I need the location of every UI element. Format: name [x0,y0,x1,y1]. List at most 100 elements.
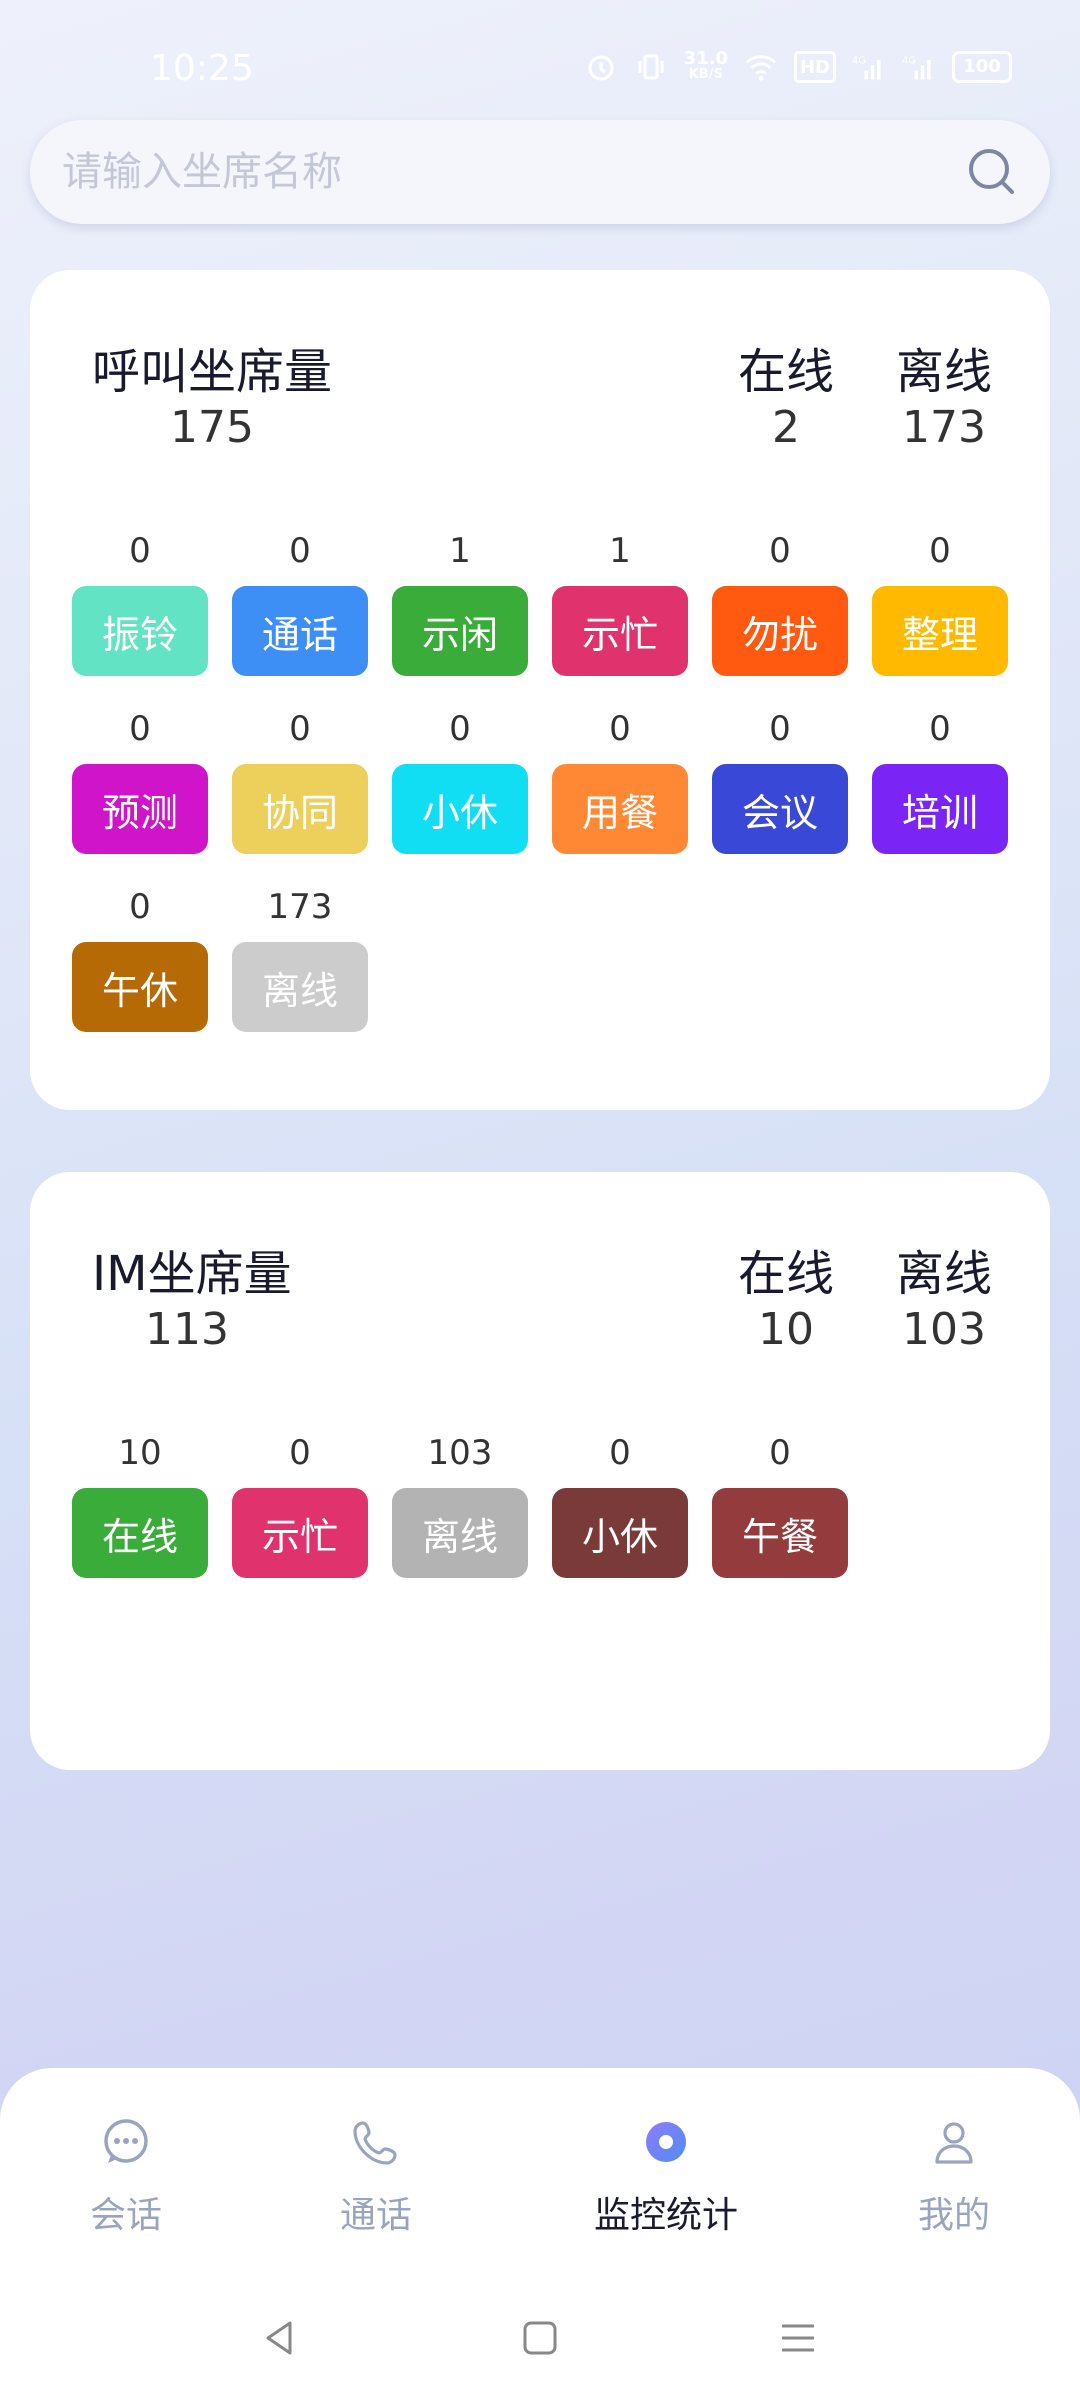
call-status-chip[interactable]: 用餐 [552,764,688,854]
net-speed: 31.0 KB/S [683,48,728,83]
call-online-label: 在线 [738,344,835,400]
call-status-count: 0 [449,709,471,749]
status-icons: 31.0 KB/S HD 4G 4G 100 [584,50,1012,84]
svg-text:4G: 4G [852,55,866,66]
chat-bubble-icon [96,2112,156,2172]
call-status-cell[interactable]: 0 整理 [872,528,1008,676]
call-status-cell[interactable]: 0 勿扰 [712,528,848,676]
call-status-chip[interactable]: 预测 [72,764,208,854]
nav-tab-call[interactable]: 通话 [276,2112,476,2238]
call-status-cell[interactable]: 0 预测 [72,706,208,854]
call-status-count: 0 [129,709,151,749]
call-status-chip[interactable]: 培训 [872,764,1008,854]
call-agent-card: 呼叫坐席量 175 在线 2 离线 173 0 振铃 0 通话 1 示闲 1 示忙 0 勿扰 0 整理… [30,270,1050,1110]
im-agent-summary: IM坐席量 113 在线 10 离线 103 [30,1172,1050,1355]
call-status-chip[interactable]: 离线 [232,942,368,1032]
nav-label-monitor: 监控统计 [593,2195,738,2236]
call-status-chip[interactable]: 小休 [392,764,528,854]
im-offline-value: 103 [902,1304,986,1355]
call-status-chip[interactable]: 通话 [232,586,368,676]
call-total-value: 175 [170,402,254,453]
search-bar[interactable] [30,120,1050,224]
call-status-count: 0 [609,709,631,749]
call-status-count: 0 [769,531,791,571]
call-agent-summary: 呼叫坐席量 175 在线 2 离线 173 [30,270,1050,453]
call-status-cell[interactable]: 1 示闲 [392,528,528,676]
signal-icon-2: 4G [902,50,936,84]
phone-icon [346,2112,406,2172]
user-icon [924,2112,984,2172]
call-status-cell[interactable]: 1 示忙 [552,528,688,676]
im-status-count: 0 [769,1433,791,1473]
call-total-label: 呼叫坐席量 [92,344,333,400]
call-status-count: 0 [129,531,151,571]
nav-label-call: 通话 [339,2195,412,2236]
call-status-count: 0 [129,887,151,927]
hd-icon: HD [794,51,836,83]
call-online-value: 2 [772,402,800,453]
call-status-grid: 0 振铃 0 通话 1 示闲 1 示忙 0 勿扰 0 整理 0 预测 0 协同 0 小休 0 用餐 0 会议 0 培训 0 午休 1… [72,528,1032,1032]
im-status-cell[interactable]: 103 离线 [392,1430,528,1578]
call-status-chip[interactable]: 整理 [872,586,1008,676]
search-input[interactable] [30,148,962,196]
call-status-count: 0 [289,709,311,749]
nav-label-profile: 我的 [917,2195,990,2236]
nav-tab-monitor[interactable]: 监控统计 [566,2112,766,2238]
im-status-count: 0 [609,1433,631,1473]
call-status-chip[interactable]: 示忙 [552,586,688,676]
wifi-icon [744,50,778,84]
im-status-grid: 10 在线 0 示忙 103 离线 0 小休 0 午餐 [72,1430,1032,1578]
call-status-count: 173 [267,887,333,927]
im-status-chip[interactable]: 离线 [392,1488,528,1578]
signal-icon: 4G [852,50,886,84]
call-status-cell[interactable]: 0 通话 [232,528,368,676]
im-status-chip[interactable]: 午餐 [712,1488,848,1578]
vibrate-icon [634,50,668,84]
call-status-count: 1 [449,531,471,571]
call-status-count: 1 [609,531,631,571]
call-status-chip[interactable]: 振铃 [72,586,208,676]
im-status-chip[interactable]: 在线 [72,1488,208,1578]
call-status-cell[interactable]: 0 午休 [72,884,208,1032]
home-icon[interactable] [510,2308,570,2368]
call-offline-label: 离线 [896,344,993,400]
im-status-cell[interactable]: 0 小休 [552,1430,688,1578]
im-status-chip[interactable]: 示忙 [232,1488,368,1578]
search-icon[interactable] [962,142,1022,202]
call-status-cell[interactable]: 0 培训 [872,706,1008,854]
im-status-cell[interactable]: 10 在线 [72,1430,208,1578]
im-online-label: 在线 [738,1246,835,1302]
call-status-count: 0 [769,709,791,749]
call-status-cell[interactable]: 173 离线 [232,884,368,1032]
call-status-chip[interactable]: 勿扰 [712,586,848,676]
call-offline-value: 173 [902,402,986,453]
call-status-chip[interactable]: 示闲 [392,586,528,676]
im-offline-label: 离线 [896,1246,993,1302]
nav-label-chat: 会话 [89,2195,162,2236]
im-status-chip[interactable]: 小休 [552,1488,688,1578]
status-bar: 10:25 31.0 KB/S HD 4G 4G 100 [0,0,1080,110]
call-status-cell[interactable]: 0 会议 [712,706,848,854]
nav-tab-profile[interactable]: 我的 [854,2112,1054,2238]
im-status-cell[interactable]: 0 示忙 [232,1430,368,1578]
call-status-chip[interactable]: 午休 [72,942,208,1032]
im-agent-card: IM坐席量 113 在线 10 离线 103 10 在线 0 示忙 103 离线 0 小休 0 午… [30,1172,1050,1770]
im-status-count: 10 [118,1433,162,1473]
call-status-cell[interactable]: 0 用餐 [552,706,688,854]
system-nav-bar [0,2300,1080,2380]
back-icon[interactable] [250,2308,310,2368]
im-status-count: 103 [427,1433,493,1473]
call-status-cell[interactable]: 0 小休 [392,706,528,854]
im-total-label: IM坐席量 [92,1246,292,1302]
call-status-chip[interactable]: 协同 [232,764,368,854]
nav-tab-chat[interactable]: 会话 [26,2112,226,2238]
battery-icon: 100 [952,51,1012,83]
call-status-cell[interactable]: 0 振铃 [72,528,208,676]
alarm-icon [584,50,618,84]
im-status-cell[interactable]: 0 午餐 [712,1430,848,1578]
call-status-cell[interactable]: 0 协同 [232,706,368,854]
call-status-chip[interactable]: 会议 [712,764,848,854]
menu-icon[interactable] [768,2308,828,2368]
im-online-value: 10 [758,1304,814,1355]
im-status-count: 0 [289,1433,311,1473]
